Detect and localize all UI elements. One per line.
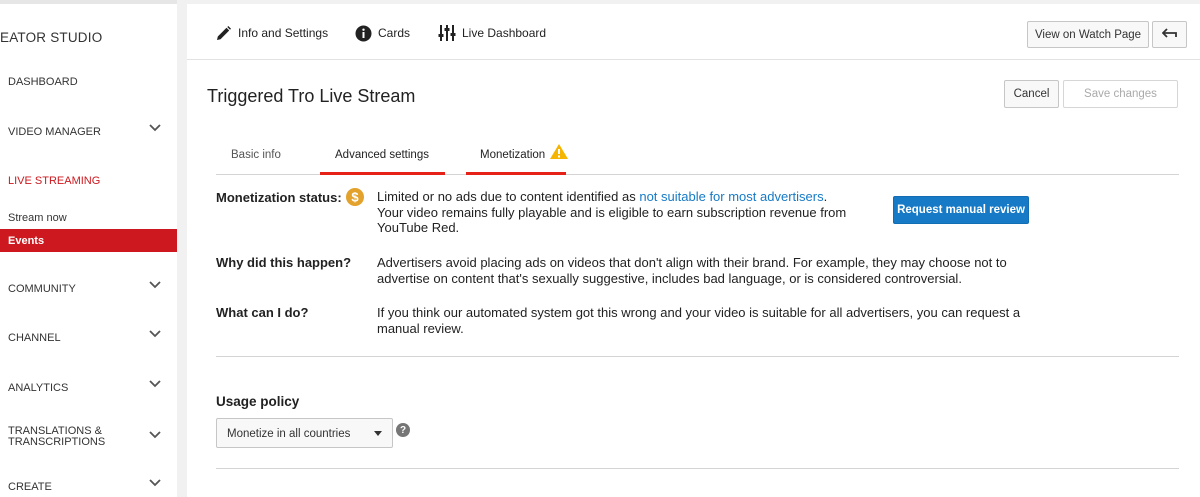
- tab-advanced-settings[interactable]: Advanced settings: [335, 149, 429, 161]
- sidebar-subitem-events[interactable]: Events: [0, 229, 177, 252]
- sidebar-item-label: COMMUNITY: [8, 283, 76, 295]
- main-panel: Info and Settings Cards Live Dashboard V…: [187, 4, 1200, 497]
- what-text: If you think our automated system got th…: [377, 305, 1020, 336]
- sidebar-item-dashboard[interactable]: DASHBOARD: [8, 76, 177, 88]
- sidebar-item-label: CREATE: [8, 481, 52, 493]
- sidebar-item-analytics[interactable]: ANALYTICS: [8, 380, 177, 394]
- brand-title: EATOR STUDIO: [0, 30, 103, 45]
- what-label: What can I do?: [216, 305, 309, 320]
- tab-label: Monetization: [480, 149, 546, 161]
- caret-down-icon: [374, 431, 382, 436]
- tab-live-dashboard[interactable]: Live Dashboard: [438, 24, 546, 42]
- why-text-line: advertise on content that's sexually sug…: [377, 270, 962, 286]
- sidebar-subitem-label: Events: [8, 235, 45, 247]
- sidebar-item-community[interactable]: COMMUNITY: [8, 281, 177, 295]
- sidebar-item-create[interactable]: CREATE: [8, 479, 177, 493]
- what-text-line: If you think our automated system got th…: [377, 305, 1021, 320]
- sidebar-item-video-manager[interactable]: VIDEO MANAGER: [8, 124, 177, 138]
- monetization-status-label: Monetization status:: [216, 190, 342, 205]
- chevron-down-icon[interactable]: [149, 124, 161, 134]
- pencil-icon: [214, 24, 232, 42]
- why-text: Advertisers avoid placing ads on videos …: [377, 255, 1007, 286]
- sidebar-subitem-stream-now[interactable]: Stream now: [8, 212, 67, 224]
- back-arrow-icon: [1161, 28, 1178, 41]
- page-title: Triggered Tro Live Stream: [207, 86, 416, 106]
- sidebar-item-label: ANALYTICS: [8, 382, 69, 394]
- chevron-down-icon[interactable]: [149, 479, 161, 489]
- usage-policy-select[interactable]: Monetize in all countries: [216, 418, 393, 448]
- section-divider: [216, 468, 1179, 469]
- sidebar-item-channel[interactable]: CHANNEL: [8, 330, 177, 344]
- select-value: Monetize in all countries: [227, 428, 351, 440]
- sidebar-item-label: DASHBOARD: [8, 76, 78, 88]
- usage-policy-label: Usage policy: [216, 394, 300, 409]
- back-button[interactable]: [1152, 21, 1187, 48]
- status-text: .: [823, 189, 828, 204]
- status-text: YouTube Red.: [377, 220, 460, 235]
- sidebar: EATOR STUDIO DASHBOARD VIDEO MANAGER LIV…: [0, 0, 177, 497]
- monetization-status-text: Limited or no ads due to content identif…: [377, 189, 846, 236]
- sliders-icon: [438, 24, 456, 42]
- save-changes-button[interactable]: Save changes: [1063, 80, 1178, 108]
- chevron-down-icon[interactable]: [149, 281, 161, 291]
- warning-icon: [550, 144, 568, 162]
- tab-monetization[interactable]: Monetization: [480, 144, 568, 161]
- why-text-line: Advertisers avoid placing ads on videos …: [377, 255, 1007, 270]
- status-text: Your video remains fully playable and is…: [377, 204, 847, 220]
- tab-underline: [466, 172, 566, 175]
- chevron-down-icon[interactable]: [149, 330, 161, 340]
- why-label: Why did this happen?: [216, 255, 352, 270]
- top-toolbar: Info and Settings Cards Live Dashboard V…: [187, 4, 1200, 60]
- view-on-watch-page-button[interactable]: View on Watch Page: [1027, 21, 1149, 48]
- settings-tabs: Basic info Advanced settings Monetizatio…: [216, 144, 1179, 175]
- sidebar-item-live-streaming[interactable]: LIVE STREAMING: [8, 175, 177, 187]
- what-text-line: manual review.: [377, 320, 464, 336]
- tab-cards[interactable]: Cards: [354, 24, 410, 42]
- sidebar-item-translations[interactable]: TRANSLATIONS & TRANSCRIPTIONS: [8, 426, 177, 448]
- chevron-down-icon[interactable]: [149, 431, 161, 441]
- sidebar-item-label: LIVE STREAMING: [8, 175, 101, 187]
- chevron-down-icon[interactable]: [149, 380, 161, 390]
- svg-text:$: $: [351, 190, 359, 205]
- sidebar-item-label: CHANNEL: [8, 332, 61, 344]
- help-icon[interactable]: ?: [396, 423, 410, 437]
- tab-info-and-settings[interactable]: Info and Settings: [214, 24, 328, 42]
- tab-label: Live Dashboard: [462, 26, 547, 40]
- request-manual-review-button[interactable]: Request manual review: [893, 196, 1029, 224]
- info-icon: [354, 24, 372, 42]
- sidebar-item-label: VIDEO MANAGER: [8, 126, 101, 138]
- tab-underline: [320, 172, 445, 175]
- tab-label: Cards: [378, 26, 411, 40]
- tab-basic-info[interactable]: Basic info: [231, 149, 281, 161]
- section-divider: [216, 356, 1179, 357]
- tab-label: Info and Settings: [238, 26, 329, 40]
- status-text: Limited or no ads due to content identif…: [377, 189, 640, 204]
- cancel-button[interactable]: Cancel: [1004, 80, 1059, 108]
- dollar-coin-icon: $: [346, 188, 364, 211]
- not-suitable-link[interactable]: not suitable for most advertisers: [639, 189, 823, 204]
